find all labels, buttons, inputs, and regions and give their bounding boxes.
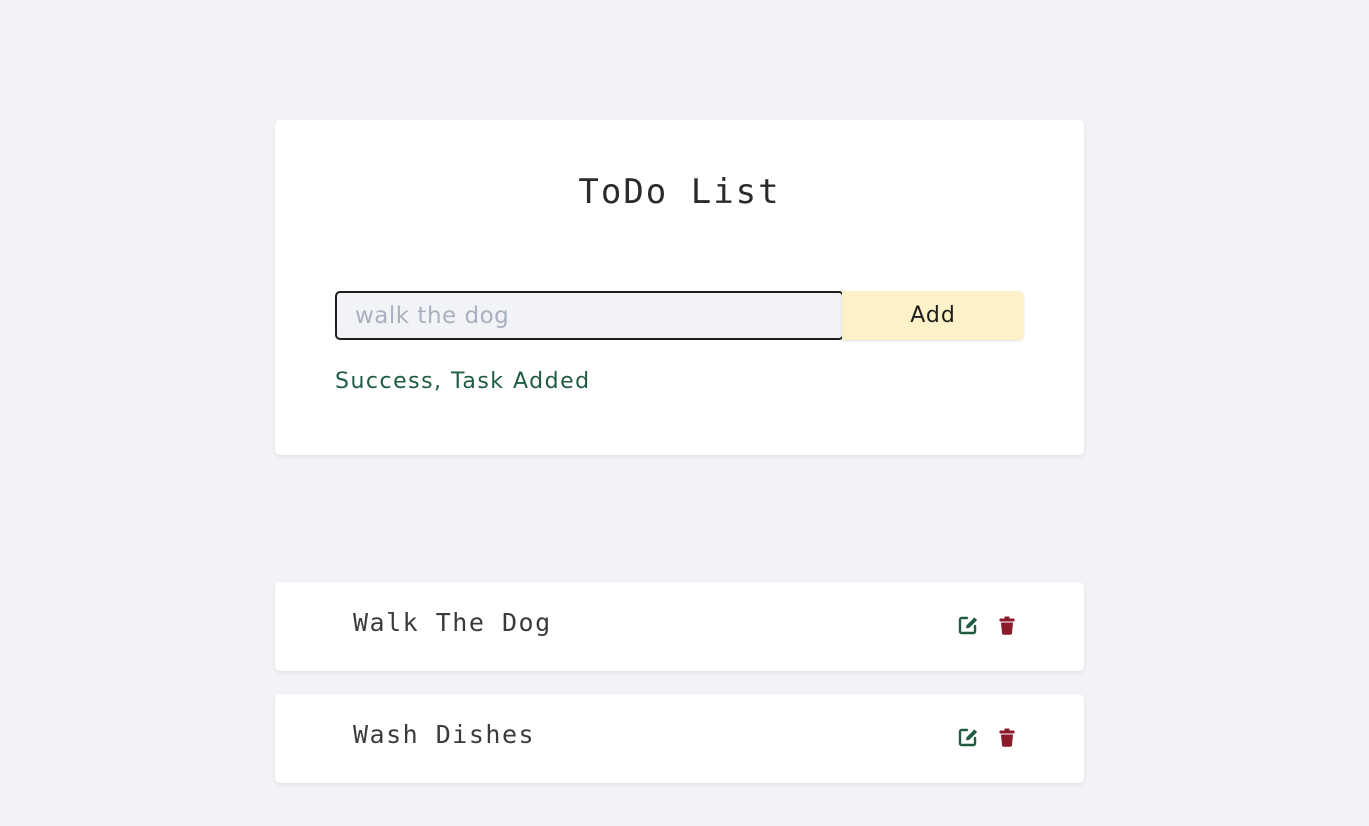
delete-button[interactable] xyxy=(996,614,1018,636)
trash-icon xyxy=(999,616,1015,635)
task-list: Walk The Dog Wash Dishes xyxy=(275,582,1084,806)
page-title: ToDo List xyxy=(578,172,781,212)
edit-button[interactable] xyxy=(957,726,979,748)
task-input[interactable] xyxy=(335,291,844,340)
task-name: Wash Dishes xyxy=(353,720,536,749)
edit-icon xyxy=(958,616,977,635)
edit-icon xyxy=(958,728,977,747)
todo-form-card: ToDo List Add Success, Task Added xyxy=(275,120,1084,455)
delete-button[interactable] xyxy=(996,726,1018,748)
task-name: Walk The Dog xyxy=(353,608,552,637)
add-button[interactable]: Add xyxy=(842,291,1024,340)
task-actions xyxy=(940,726,1018,748)
success-alert: Success, Task Added xyxy=(335,369,591,394)
trash-icon xyxy=(999,728,1015,747)
list-item: Wash Dishes xyxy=(275,694,1084,783)
task-actions xyxy=(940,614,1018,636)
edit-button[interactable] xyxy=(957,614,979,636)
list-item: Walk The Dog xyxy=(275,582,1084,671)
